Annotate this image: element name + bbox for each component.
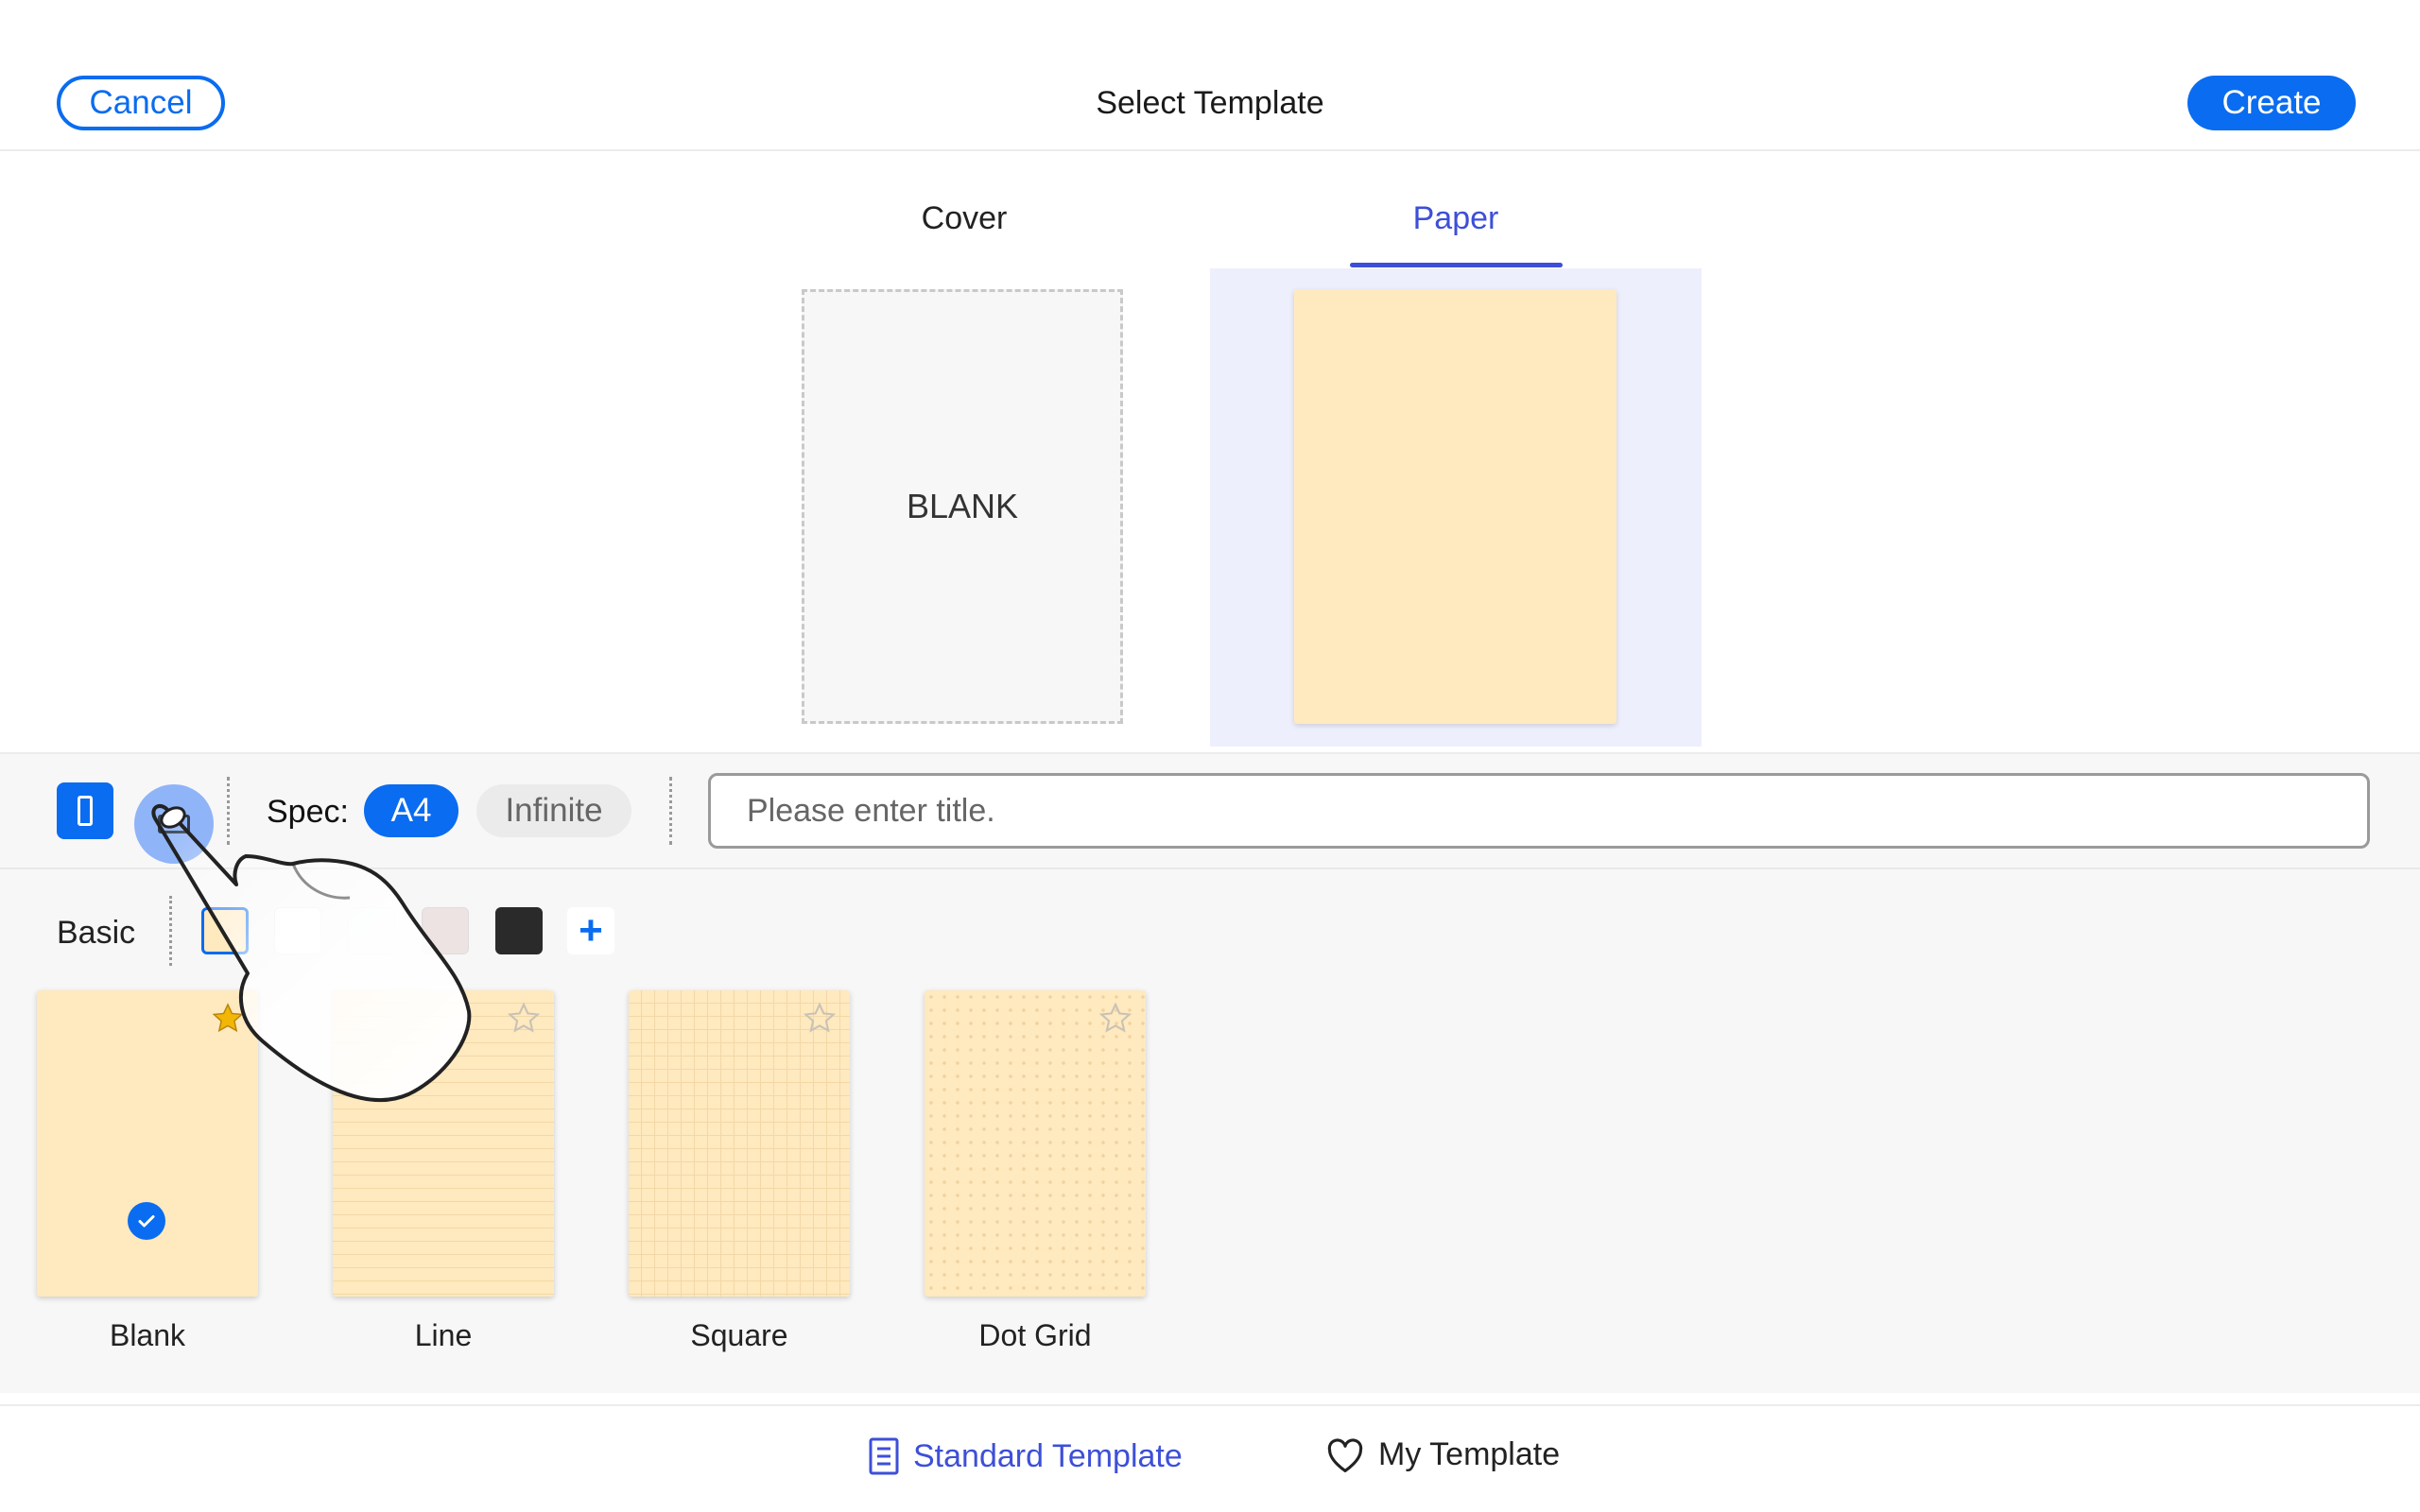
- color-swatch-pink-gray[interactable]: [422, 907, 469, 954]
- template-label-line: Line: [414, 1318, 473, 1352]
- dot-grid-pattern: [925, 990, 1146, 1297]
- tab-active-indicator: [1350, 263, 1563, 267]
- template-label-blank: Blank: [109, 1318, 186, 1352]
- page-title: Select Template: [1096, 85, 1324, 121]
- line-pattern: [333, 990, 554, 1297]
- star-outline-icon[interactable]: [803, 1002, 837, 1036]
- document-icon: [869, 1437, 899, 1475]
- color-swatch-black[interactable]: [495, 907, 543, 954]
- color-swatch-cream[interactable]: [201, 907, 249, 954]
- template-label-square: Square: [690, 1318, 788, 1352]
- star-outline-icon[interactable]: [1098, 1002, 1132, 1036]
- landscape-icon: [158, 815, 190, 833]
- color-swatch-white[interactable]: [274, 907, 321, 954]
- add-color-button[interactable]: +: [567, 907, 614, 954]
- divider: [669, 777, 672, 845]
- divider: [227, 777, 230, 845]
- star-filled-icon[interactable]: [211, 1002, 245, 1036]
- square-pattern: [629, 990, 850, 1297]
- title-input[interactable]: [708, 773, 2370, 849]
- create-button[interactable]: Create: [2187, 76, 2356, 130]
- template-card-line[interactable]: [333, 990, 554, 1297]
- top-bar: [0, 0, 2420, 151]
- star-outline-icon[interactable]: [507, 1002, 541, 1036]
- divider: [0, 868, 2420, 869]
- nav-my-label: My Template: [1378, 1436, 1561, 1472]
- spec-a4-chip[interactable]: A4: [364, 784, 458, 837]
- template-card-dot-grid[interactable]: [925, 990, 1146, 1297]
- divider: [169, 896, 172, 966]
- cover-preview-label: BLANK: [906, 487, 1019, 525]
- tab-paper[interactable]: Paper: [1361, 200, 1550, 237]
- color-category-label: Basic: [57, 915, 136, 951]
- spec-label: Spec:: [267, 794, 349, 830]
- template-label-dot-grid: Dot Grid: [978, 1318, 1092, 1352]
- selected-check-icon: [128, 1202, 165, 1240]
- nav-my-template[interactable]: My Template: [1325, 1436, 1560, 1473]
- divider: [0, 1404, 2420, 1406]
- tab-cover[interactable]: Cover: [870, 200, 1059, 237]
- cover-preview[interactable]: BLANK: [802, 289, 1123, 724]
- template-card-square[interactable]: [629, 990, 850, 1297]
- nav-standard-label: Standard Template: [913, 1437, 1183, 1474]
- portrait-icon: [78, 796, 93, 826]
- template-card-blank[interactable]: [37, 990, 258, 1297]
- landscape-orientation-button[interactable]: [134, 784, 214, 864]
- portrait-orientation-button[interactable]: [57, 782, 113, 839]
- spec-infinite-chip[interactable]: Infinite: [476, 784, 631, 837]
- nav-standard-template[interactable]: Standard Template: [868, 1436, 1183, 1476]
- heart-icon: [1327, 1437, 1363, 1472]
- paper-preview[interactable]: [1294, 289, 1616, 724]
- color-swatch-light-gray[interactable]: [348, 907, 395, 954]
